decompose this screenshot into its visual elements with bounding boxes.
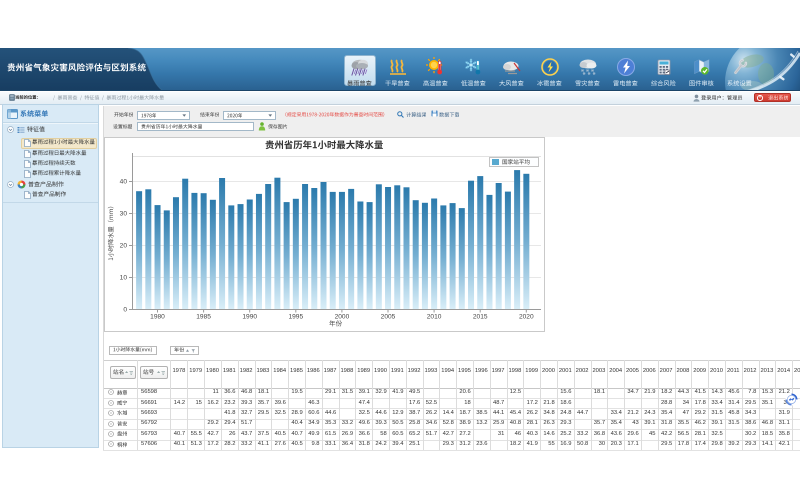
svg-text:1990: 1990: [242, 314, 257, 321]
svg-text:2020: 2020: [518, 314, 533, 321]
svg-text:2005: 2005: [380, 314, 395, 321]
svg-text:10: 10: [119, 274, 127, 281]
svg-text:2015: 2015: [472, 314, 487, 321]
svg-text:30: 30: [119, 210, 127, 217]
svg-text:40: 40: [119, 178, 127, 185]
svg-text:1980: 1980: [150, 314, 165, 321]
svg-text:0: 0: [123, 306, 127, 313]
svg-text:2010: 2010: [426, 314, 441, 321]
svg-text:1985: 1985: [196, 314, 211, 321]
svg-text:20: 20: [119, 242, 127, 249]
svg-text:1995: 1995: [288, 314, 303, 321]
